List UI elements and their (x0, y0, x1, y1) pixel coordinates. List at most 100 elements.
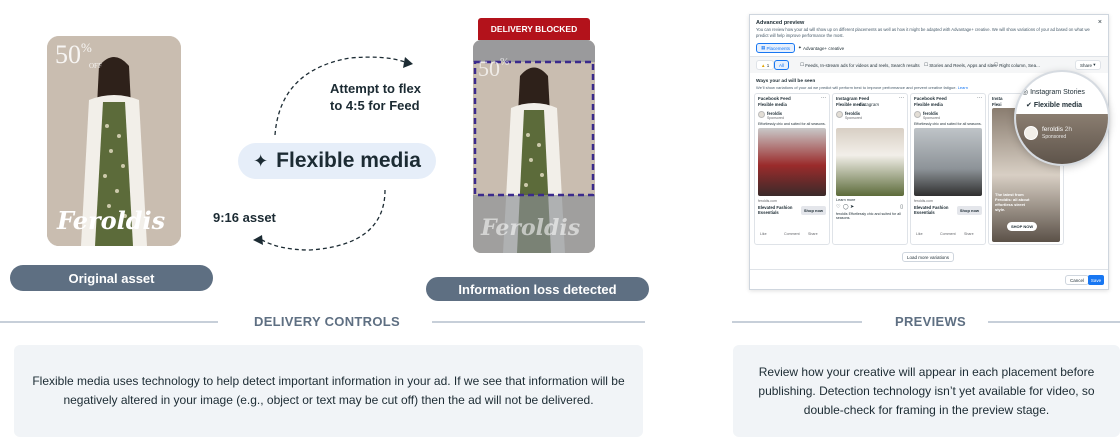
sparkle-icon: ✦ (253, 150, 269, 171)
ways-heading: Ways your ad will be seen (756, 79, 816, 84)
magnifier-page-name: feroldis (1042, 126, 1063, 133)
learn-link[interactable]: Learn (958, 85, 968, 90)
sponsored-label: Sponsored (767, 116, 784, 120)
attempt-line-2: to 4:5 for Feed (330, 98, 420, 113)
shop-now-button[interactable]: Shop now (800, 206, 826, 215)
blocked-sale-percent: % (500, 56, 510, 68)
preview-column: Facebook Feed ··· Flexible media feroldis Sp… (754, 93, 830, 245)
filter-all-label: All (779, 62, 785, 68)
more-icon[interactable]: ··· (821, 95, 826, 101)
delivery-controls-heading: DELIVERY CONTROLS (254, 314, 400, 329)
attempt-line-1: Attempt to flex (330, 81, 421, 96)
send-icon[interactable]: ➤ (850, 204, 854, 210)
action-like[interactable]: Like (760, 232, 767, 236)
share-label: Share (1080, 62, 1093, 68)
tab-advantage[interactable]: ✦ Advantage+ creative (794, 43, 848, 53)
previews-rule-left (732, 321, 862, 323)
delivery-controls-description: Flexible media uses technology to help d… (14, 345, 643, 437)
placement-name: Facebook Feed (914, 96, 947, 101)
ad-headline: Elevated Fashion Essentials (758, 205, 793, 215)
sponsored-label: Sponsored (923, 116, 940, 120)
more-icon[interactable]: ··· (899, 95, 904, 101)
blocked-asset-image: 50% Feroldis (473, 40, 595, 253)
magnifier-tag: ✔ Flexible media (1026, 101, 1082, 109)
placement-name: Facebook Feed (758, 96, 791, 101)
magnifier-story-frame: feroldis 2h Sponsored (1016, 114, 1108, 164)
story-shop-now-button[interactable]: SHOP NOW (1007, 222, 1038, 231)
magnifier-page: feroldis 2h (1042, 126, 1072, 133)
blocked-sale-number: 50 (478, 56, 500, 81)
action-comment[interactable]: Comment (940, 232, 956, 236)
original-asset-label: Original asset (10, 265, 213, 291)
more-icon[interactable]: ··· (977, 95, 982, 101)
previews-rule-right (988, 321, 1120, 323)
attempt-flex-label: Attempt to flex to 4:5 for Feed (330, 80, 421, 114)
flexible-media-label: Flexible media (276, 149, 421, 172)
filter-right-label: Right column, Sea... (999, 62, 1040, 68)
ways-description-text: We'll show variations of your ad we pred… (756, 85, 957, 90)
avatar (758, 111, 765, 118)
asset-916-label: 9:16 asset (213, 210, 276, 225)
preview-column: Facebook Feed ··· Flexible media feroldis Sp… (910, 93, 986, 245)
preview-column: Instagram Feed ··· Flexible media feroldis S… (832, 93, 908, 245)
instagram-top-label: Instagram (859, 102, 880, 107)
ad-headline: Elevated Fashion Essentials (914, 205, 949, 215)
placement-name: Instagram Feed (836, 96, 870, 101)
shop-now-button[interactable]: Shop now (956, 206, 982, 215)
cancel-button[interactable]: Cancel (1065, 275, 1090, 285)
sale-percent: % (81, 40, 92, 55)
story-overlay-text: The latest from Feroldis: all about effo… (995, 192, 1030, 212)
share-button[interactable]: Share ▾ (1075, 60, 1101, 70)
filter-stories[interactable]: ☐ Stories and Reels, Apps and sites (920, 60, 1001, 70)
action-like[interactable]: Like (916, 232, 923, 236)
magnifier-title-text: Instagram Stories (1030, 89, 1085, 96)
tab-placements[interactable]: ▦ Placements (756, 43, 796, 53)
flexible-media-pill: ✦ Flexible media (238, 143, 436, 179)
ad-url: feroldis.com (758, 199, 777, 203)
check-icon: ✔ (1026, 102, 1034, 109)
comment-icon[interactable]: ◯ (843, 204, 849, 210)
instagram-icon: ◎ (1022, 89, 1031, 96)
original-asset-image: 50% OFF Feroldis (47, 36, 181, 246)
learn-more-link[interactable]: Learn more (836, 198, 855, 202)
save-button[interactable]: Save (1088, 275, 1104, 285)
filter-all[interactable]: All (774, 60, 790, 70)
chevron-down-icon: ▾ (1092, 62, 1096, 67)
filter-stories-label: Stories and Reels, Apps and sites (929, 62, 997, 68)
flexible-tag: Flexi (992, 102, 1002, 107)
ad-image (836, 128, 904, 196)
action-comment[interactable]: Comment (784, 232, 800, 236)
sponsored-label: Sponsored (845, 116, 862, 120)
close-icon[interactable]: × (1098, 19, 1102, 26)
ways-description: We'll show variations of your ad we pred… (756, 85, 968, 90)
sale-off: OFF (89, 62, 102, 70)
warning-count[interactable]: ▲ 1 (756, 60, 775, 70)
placement-name: Insta (992, 96, 1003, 101)
avatar (914, 111, 921, 118)
load-more-label: Load more variations (907, 254, 950, 260)
magnifier-tag-text: Flexible media (1033, 102, 1083, 109)
filter-feeds-label: Feeds, In-stream ads for videos and reel… (805, 62, 920, 68)
brand-logo-text: Feroldis (57, 206, 166, 235)
action-share[interactable]: Share (808, 232, 818, 236)
filter-right[interactable]: ☐ Right column, Sea... (990, 60, 1044, 70)
action-share[interactable]: Share (964, 232, 974, 236)
previews-description: Review how your creative will appear in … (733, 345, 1120, 437)
dialog-title: Advanced preview (756, 20, 805, 26)
magnifier-title: ◎ Instagram Stories (1022, 88, 1085, 96)
magnifier-sponsored: Sponsored (1042, 134, 1067, 140)
tab-placements-label: Placements (766, 45, 791, 51)
ad-body-text: Effortlessly chic and suited for all sea… (914, 122, 982, 126)
ad-url: feroldis.com (914, 199, 933, 203)
footer-divider (750, 269, 1108, 270)
delivery-rule-right (432, 321, 645, 323)
load-more-button[interactable]: Load more variations (902, 252, 955, 262)
bookmark-icon[interactable]: ▯ (900, 204, 903, 210)
flexible-tag: Flexible media (914, 102, 943, 107)
filter-feeds[interactable]: ☐ Feeds, In-stream ads for videos and re… (796, 60, 924, 70)
heart-icon[interactable]: ♡ (836, 204, 840, 210)
tab-advantage-label: Advantage+ creative (803, 45, 845, 51)
blocked-brand-text: Feroldis (481, 215, 581, 241)
delivery-rule-left (0, 321, 218, 323)
save-label: Save (1090, 277, 1102, 283)
